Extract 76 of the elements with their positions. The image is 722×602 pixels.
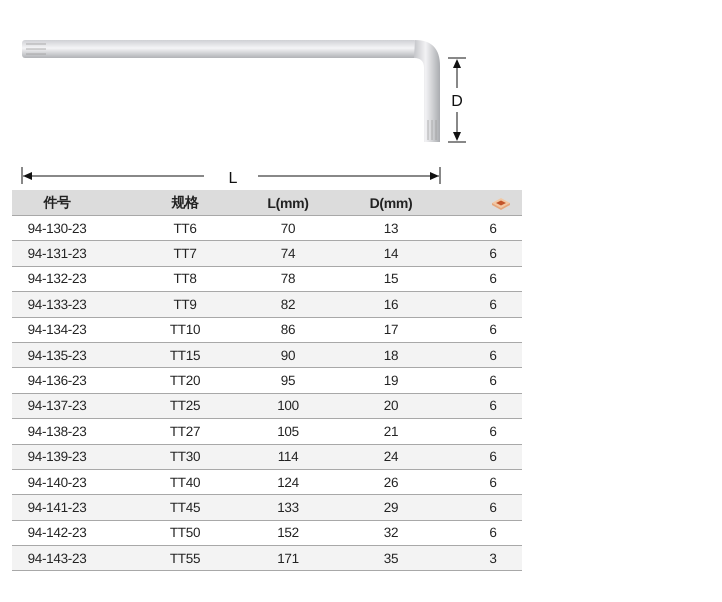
table-cell-text: TT50 [168, 525, 202, 540]
table-cell-text: 6 [488, 398, 498, 414]
table-cell-text: 94-133-23 [26, 296, 88, 312]
column-header: L(mm) [266, 194, 310, 210]
table-cell-text: 6 [488, 449, 498, 464]
table-cell-text: 94-141-23 [26, 500, 88, 515]
table-cell-text: TT10 [168, 322, 202, 338]
table-cell-text: 35 [382, 550, 400, 566]
column-header: D(mm) [368, 194, 414, 210]
table-cell-text: 94-139-23 [26, 449, 88, 464]
table-cell-text: 94-137-23 [26, 398, 88, 414]
table-cell-text: 152 [276, 525, 300, 540]
table-cell-text: TT6 [172, 220, 198, 236]
table-cell-text: 6 [488, 525, 498, 540]
length-label: L [228, 170, 238, 187]
table-cell-text: 19 [382, 373, 400, 388]
table-cell-text: 6 [488, 474, 498, 490]
table-cell-text: 124 [276, 474, 300, 490]
table-cell-text: 6 [488, 373, 498, 388]
table-cell-text: 114 [276, 449, 300, 464]
table-cell-text: 133 [276, 500, 300, 515]
table-cell-text: 6 [488, 246, 498, 262]
table-cell-text: 90 [280, 348, 296, 363]
table-cell-text: 100 [276, 398, 300, 414]
table-cell-text: TT27 [168, 424, 202, 439]
table-cell-text: TT25 [168, 398, 202, 414]
table-cell-text: 94-132-23 [26, 271, 88, 286]
column-header: 件号 [42, 194, 72, 212]
table-cell-text: 20 [382, 398, 400, 414]
table-cell-text: 6 [488, 220, 498, 236]
table-cell-text: 94-131-23 [26, 246, 88, 262]
table-cell-text: TT45 [168, 500, 202, 515]
table-cell-text: 94-142-23 [26, 525, 88, 540]
table-cell-text: 78 [280, 271, 296, 286]
table-cell-text: 94-140-23 [26, 474, 88, 490]
table-cell-text: 29 [382, 500, 400, 515]
table-cell-text: 95 [280, 373, 296, 388]
table-cell-text: 6 [488, 322, 498, 338]
table-cell-text: 24 [382, 449, 400, 464]
table-cell-text: 94-136-23 [26, 373, 88, 388]
table-cell-text: TT55 [168, 550, 202, 566]
table-cell-text: 94-130-23 [26, 220, 88, 236]
table-cell-text: TT9 [172, 296, 198, 312]
table-cell-text: TT8 [172, 271, 198, 286]
column-header: 规格 [170, 194, 200, 212]
table-cell-text: 3 [488, 550, 498, 566]
table-cell-text: 16 [382, 296, 400, 312]
table-cell-text: 13 [382, 220, 400, 236]
table-cell-text: TT40 [168, 474, 202, 490]
table-cell-text: 21 [382, 424, 400, 439]
table-cell-text: 70 [280, 220, 296, 236]
table-cell-text: 18 [382, 348, 400, 363]
table-cell-text: 171 [276, 550, 300, 566]
table-cell-text: 94-143-23 [26, 550, 88, 566]
table-cell-text: 105 [276, 424, 300, 439]
table-cell-text: 94-134-23 [26, 322, 88, 338]
table-cell-text: TT20 [168, 373, 202, 388]
table-cell-text: 6 [488, 500, 498, 515]
table-cell-text: 6 [488, 271, 498, 286]
table-cell-text: TT30 [168, 449, 202, 464]
table-cell-text: 86 [280, 322, 296, 338]
table-cell-text: 32 [382, 525, 400, 540]
table-cell-text: 94-135-23 [26, 348, 88, 363]
table-cell-text: 94-138-23 [26, 424, 88, 439]
table-cell-text: TT15 [168, 348, 202, 363]
table-cell-text: 15 [382, 271, 400, 286]
table-cell-text: 6 [488, 296, 498, 312]
table-cell-text: 14 [382, 246, 400, 262]
table-cell-text: 6 [488, 424, 498, 439]
table-cell-text: 17 [382, 322, 400, 338]
table-cell-text: 82 [280, 296, 296, 312]
table-cell-text: 26 [382, 474, 400, 490]
table-cell-text: 74 [280, 246, 296, 262]
depth-label: D [451, 93, 463, 110]
table-cell-text: 6 [488, 348, 498, 363]
table-cell-text: TT7 [172, 246, 198, 262]
